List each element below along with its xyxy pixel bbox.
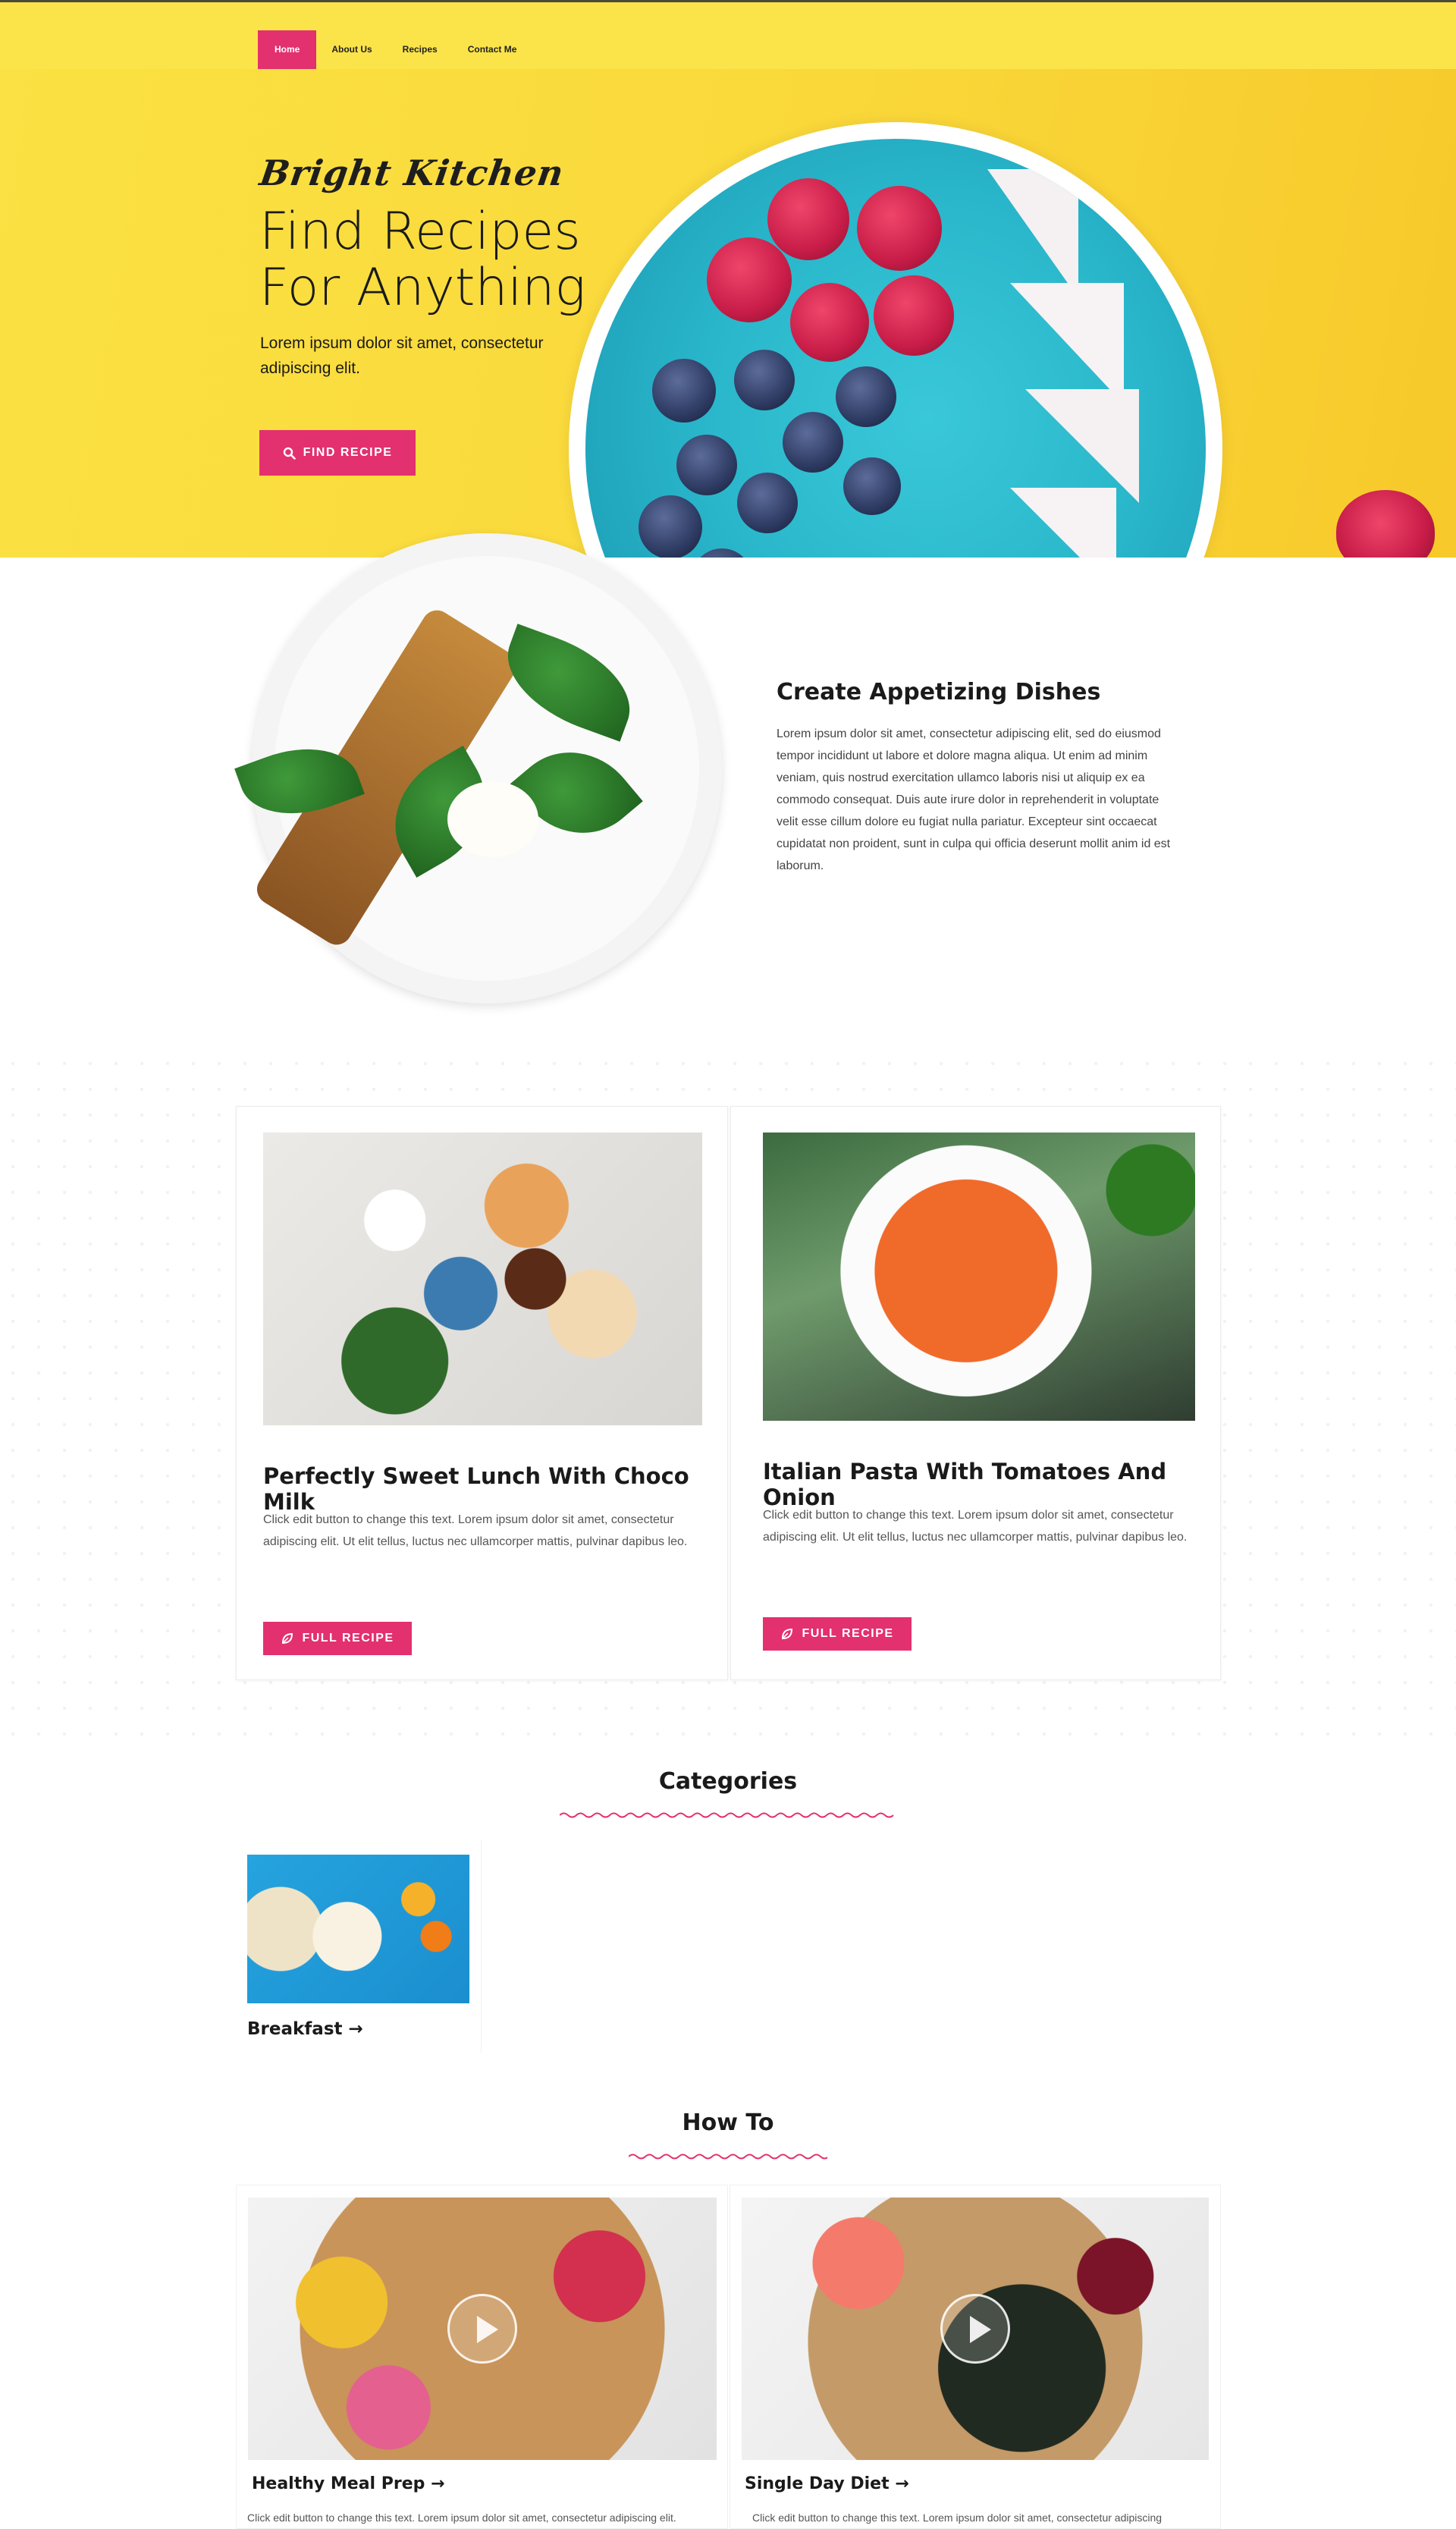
full-recipe-label: FULL RECIPE <box>302 1632 394 1645</box>
play-icon[interactable] <box>940 2294 1010 2364</box>
howto-text: Click edit button to change this text. L… <box>247 2512 676 2524</box>
blueberry <box>836 366 896 427</box>
blueberry <box>652 359 716 423</box>
play-icon[interactable] <box>447 2294 517 2364</box>
feature-title: Create Appetizing Dishes <box>777 679 1101 705</box>
recipe-title[interactable]: Italian Pasta With Tomatoes And Onion <box>763 1459 1220 1510</box>
full-recipe-button[interactable]: FULL RECIPE <box>763 1617 912 1651</box>
nav-bar: Home About Us Recipes Contact Me <box>0 2 1456 69</box>
howto-label[interactable]: Single Day Diet → <box>745 2474 909 2493</box>
raspberry <box>790 283 869 362</box>
nav-item-home[interactable]: Home <box>258 30 317 69</box>
search-icon <box>283 447 296 460</box>
dragonfruit-slice <box>1025 389 1139 503</box>
raspberry-decoration <box>1336 490 1435 558</box>
feature-text: Lorem ipsum dolor sit amet, consectetur … <box>777 727 1171 872</box>
dragonfruit-slice <box>987 169 1078 298</box>
raspberry <box>707 237 792 322</box>
recipe-text: Click edit button to change this text. L… <box>763 1509 1188 1544</box>
blueberry <box>692 548 752 558</box>
dragonfruit-slice <box>1010 488 1116 558</box>
recipe-image-pasta[interactable] <box>763 1133 1195 1421</box>
wave-divider <box>629 2154 827 2160</box>
howto-label[interactable]: Healthy Meal Prep → <box>252 2474 445 2493</box>
howto-video-single-day-diet[interactable] <box>742 2198 1209 2460</box>
recipe-title[interactable]: Perfectly Sweet Lunch With Choco Milk <box>263 1463 727 1515</box>
recipe-card: Perfectly Sweet Lunch With Choco Milk Cl… <box>236 1106 728 1680</box>
recipe-text: Click edit button to change this text. L… <box>263 1513 688 1548</box>
leaf-icon <box>782 1628 793 1640</box>
blueberry <box>734 350 795 410</box>
raspberry <box>874 275 954 356</box>
nav-item-contact-me[interactable]: Contact Me <box>453 30 532 69</box>
blueberry <box>737 473 798 533</box>
recipe-card: Italian Pasta With Tomatoes And Onion Cl… <box>730 1106 1221 1680</box>
blueberry <box>843 457 901 515</box>
raspberry <box>857 186 942 271</box>
raspberry <box>767 178 849 260</box>
hero-title-line2: For Anything <box>259 258 586 318</box>
hero-title: Find Recipes For Anything <box>259 204 608 316</box>
nav-item-recipes[interactable]: Recipes <box>388 30 453 69</box>
category-image-breakfast[interactable] <box>247 1855 469 2003</box>
howto-title: How To <box>682 2110 774 2136</box>
leaf-icon <box>282 1632 293 1645</box>
category-label-breakfast[interactable]: Breakfast → <box>247 2019 363 2039</box>
nav-item-about-us[interactable]: About Us <box>316 30 387 69</box>
hero-subtitle: Lorem ipsum dolor sit amet, consectetur … <box>260 335 544 377</box>
full-recipe-button[interactable]: FULL RECIPE <box>263 1622 412 1655</box>
howto-video-meal-prep[interactable] <box>248 2198 717 2460</box>
wave-divider <box>560 1812 894 1818</box>
find-recipe-button[interactable]: FIND RECIPE <box>259 430 416 476</box>
recipes-background <box>0 1051 1456 1741</box>
dragonfruit-slice <box>1010 283 1124 404</box>
poached-egg <box>447 781 538 857</box>
recipe-image-lunch[interactable] <box>263 1133 702 1425</box>
smoothie-bowl-image <box>569 122 1222 558</box>
full-recipe-label: FULL RECIPE <box>802 1627 894 1640</box>
blueberry <box>676 435 737 495</box>
smoothie-bowl-contents <box>585 139 1206 558</box>
hero-section: Bright Kitchen Find Recipes For Anything… <box>0 69 1456 558</box>
blueberry <box>783 412 843 473</box>
categories-title: Categories <box>658 1768 798 1795</box>
nav-menu: Home About Us Recipes Contact Me <box>258 30 532 69</box>
find-recipe-label: FIND RECIPE <box>303 446 393 459</box>
blueberry <box>639 495 702 558</box>
brand-logo: Bright Kitchen <box>257 152 567 193</box>
howto-text: Click edit button to change this text. L… <box>752 2512 1163 2524</box>
hero-title-line1: Find Recipes <box>259 202 581 262</box>
